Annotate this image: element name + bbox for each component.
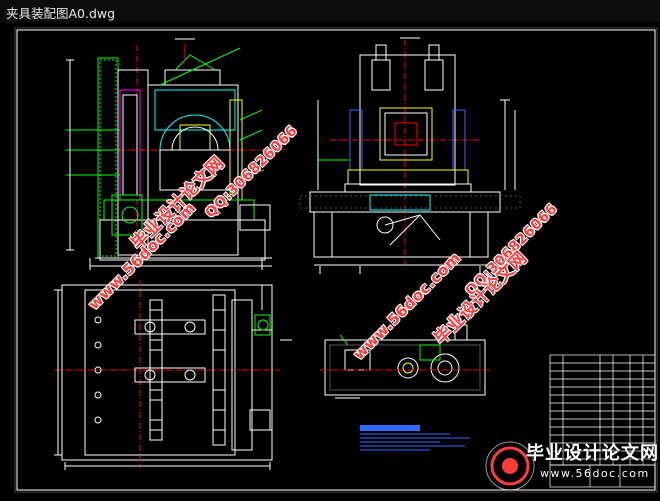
cad-drawing [14, 27, 658, 493]
tech-notes [360, 425, 470, 451]
banner-title: 毕业设计论文网 [526, 443, 659, 464]
banner-url: www.56doc.com [540, 467, 650, 480]
section-view [320, 318, 490, 399]
drawing-canvas[interactable]: www.56doc.com 毕业设计论文网 QQ:306826066 www.5… [0, 22, 660, 497]
window-titlebar: 夹具装配图A0.dwg [0, 0, 660, 23]
plan-view [54, 280, 292, 470]
side-view [299, 37, 521, 274]
front-view [66, 38, 285, 270]
window-title: 夹具装配图A0.dwg [6, 6, 116, 21]
site-banner: 毕业设计论文网 www.56doc.com [470, 436, 660, 497]
